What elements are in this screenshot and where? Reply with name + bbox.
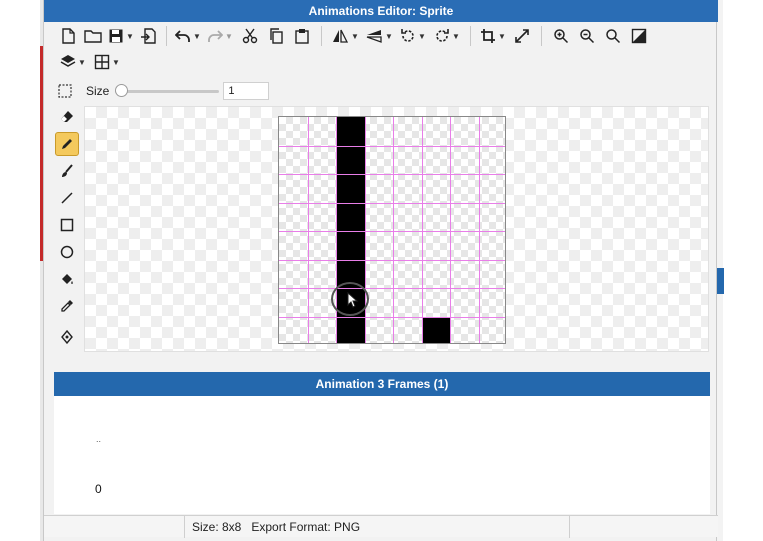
sprite-pixel[interactable] (336, 231, 365, 260)
pixel-grid-line (279, 260, 505, 261)
tool-palette (55, 105, 79, 352)
eraser-icon[interactable] (55, 105, 79, 129)
screen: Animations Editor: Sprite ▼ ▼ ▼ ▼ ▼ ▼ ▼ … (0, 0, 763, 541)
zoom-fit-icon[interactable] (600, 25, 626, 47)
canvas-scrollbar[interactable] (84, 352, 709, 364)
sprite-pixel[interactable] (336, 145, 365, 174)
frame-index-label: 0 (95, 482, 102, 496)
pixel-grid-line (279, 146, 505, 147)
zoom-in-icon[interactable] (548, 25, 574, 47)
fill-bucket-icon[interactable] (55, 267, 79, 291)
line-icon[interactable] (55, 186, 79, 210)
size-slider-thumb[interactable] (115, 84, 129, 97)
sprite-pixel[interactable] (336, 117, 365, 146)
flip-vertical-dropdown-icon[interactable]: ▼ (385, 32, 393, 41)
animation-panel-header[interactable]: Animation 3 Frames (1) (54, 372, 710, 396)
rotate-left-icon[interactable]: ▼ (396, 25, 430, 47)
pixel-grid-line (279, 231, 505, 232)
crop-icon[interactable]: ▼ (477, 25, 509, 47)
cut-icon[interactable] (237, 25, 263, 47)
circle-icon[interactable] (55, 240, 79, 264)
flip-vertical-icon[interactable]: ▼ (362, 25, 396, 47)
background-window-header (716, 268, 724, 294)
sprite-pixel[interactable] (336, 174, 365, 203)
size-slider-track (115, 90, 220, 93)
copy-icon[interactable] (263, 25, 289, 47)
sprite-canvas[interactable] (278, 116, 506, 344)
toolbar-separator (470, 26, 471, 46)
toolbar-separator (321, 26, 322, 46)
toolbar-separator (541, 26, 542, 46)
grid-dropdown-icon[interactable]: ▼ (112, 58, 120, 67)
brush-icon[interactable] (55, 159, 79, 183)
redo-icon[interactable]: ▼ (203, 25, 237, 47)
selection-icon[interactable] (56, 83, 74, 99)
main-toolbar: ▼ ▼ ▼ ▼ ▼ ▼ ▼ ▼ (56, 24, 652, 48)
open-folder-icon[interactable] (80, 25, 106, 47)
size-slider[interactable] (115, 84, 220, 98)
secondary-toolbar: ▼ ▼ (56, 50, 124, 74)
status-divider (184, 516, 185, 538)
rotate-right-icon[interactable]: ▼ (430, 25, 464, 47)
rectangle-icon[interactable] (55, 213, 79, 237)
new-file-icon[interactable] (56, 25, 80, 47)
flip-horizontal-icon[interactable]: ▼ (328, 25, 362, 47)
rotate-right-dropdown-icon[interactable]: ▼ (452, 32, 460, 41)
export-icon[interactable] (136, 25, 160, 47)
frame-marker: .. (96, 434, 102, 444)
pixel-grid-line (279, 203, 505, 204)
resize-icon[interactable] (509, 25, 535, 47)
sprite-pixel[interactable] (336, 316, 365, 343)
fill-toggle-icon[interactable] (626, 25, 652, 47)
undo-icon[interactable]: ▼ (173, 25, 203, 47)
pixel-grid-line (279, 174, 505, 175)
flip-horizontal-dropdown-icon[interactable]: ▼ (351, 32, 359, 41)
size-label: Size (86, 84, 110, 98)
pixel-grid-line (279, 317, 505, 318)
crop-dropdown-icon[interactable]: ▼ (498, 32, 506, 41)
redo-dropdown-icon[interactable]: ▼ (225, 32, 233, 41)
status-divider (569, 516, 570, 538)
status-bar: Size: 8x8 Export Format: PNG (44, 515, 718, 538)
grid-icon[interactable]: ▼ (90, 51, 124, 73)
pencil-icon[interactable] (55, 132, 79, 156)
save-dropdown-icon[interactable]: ▼ (126, 32, 134, 41)
size-input[interactable]: 1 (223, 82, 270, 100)
window-title[interactable]: Animations Editor: Sprite (44, 0, 718, 22)
eyedropper-icon[interactable] (55, 294, 79, 318)
brush-size-bar: Size 1 (56, 80, 270, 102)
animation-frames-panel[interactable]: .. 0 (54, 396, 710, 514)
layers-dropdown-icon[interactable]: ▼ (78, 58, 86, 67)
sprite-pixel[interactable] (336, 202, 365, 231)
rotate-left-dropdown-icon[interactable]: ▼ (418, 32, 426, 41)
toolbar-separator (166, 26, 167, 46)
sprite-pixel[interactable] (421, 316, 450, 343)
save-icon[interactable]: ▼ (106, 25, 136, 47)
pivot-icon[interactable] (55, 325, 79, 349)
mouse-pointer-icon (347, 291, 359, 313)
zoom-out-icon[interactable] (574, 25, 600, 47)
paste-icon[interactable] (289, 25, 315, 47)
pixel-grid-line (279, 288, 505, 289)
animations-editor-window: Animations Editor: Sprite ▼ ▼ ▼ ▼ ▼ ▼ ▼ … (43, 0, 718, 541)
undo-dropdown-icon[interactable]: ▼ (193, 32, 201, 41)
layers-icon[interactable]: ▼ (56, 51, 90, 73)
status-text: Size: 8x8 Export Format: PNG (192, 520, 361, 534)
